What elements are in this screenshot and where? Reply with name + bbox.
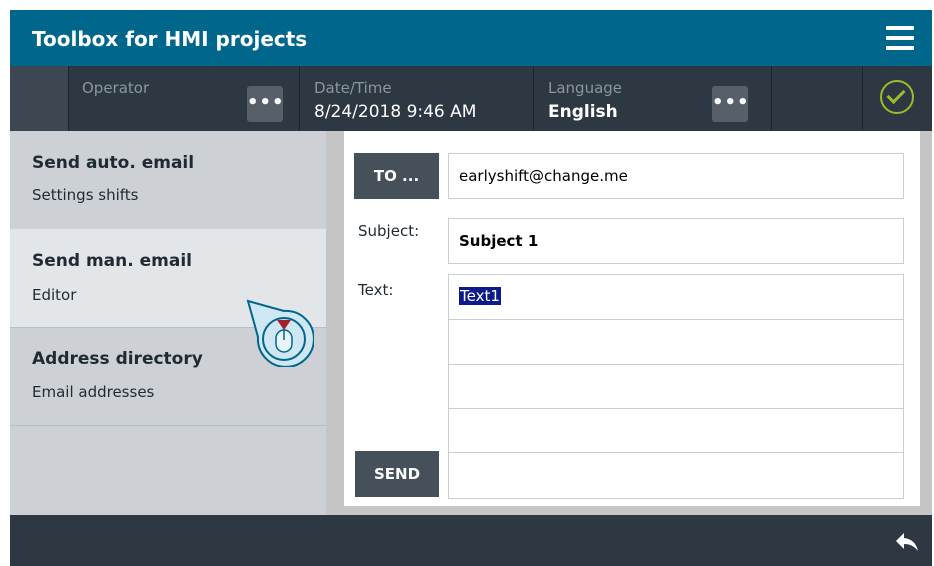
subject-field[interactable]: Subject 1	[448, 218, 904, 264]
datetime-cell: Date/Time 8/24/2018 9:46 AM	[300, 66, 534, 131]
operator-more-button[interactable]: •••	[247, 86, 284, 122]
send-button[interactable]: SEND	[355, 451, 439, 497]
status-spacer	[772, 66, 863, 131]
hamburger-menu-icon[interactable]	[886, 26, 914, 50]
subject-label: Subject:	[358, 222, 420, 240]
selected-text: Text1	[459, 287, 501, 305]
language-label: Language	[548, 79, 623, 97]
sidebar-item-send-auto-email[interactable]: Send auto. email Settings shifts	[10, 131, 326, 230]
email-editor-panel: TO ... earlyshift@change.me Subject: Sub…	[344, 131, 920, 506]
sidebar-item-title: Address directory	[32, 349, 203, 369]
app-title: Toolbox for HMI projects	[32, 27, 308, 51]
sidebar-item-subtitle: Editor	[32, 286, 77, 304]
touch-cursor-icon	[246, 299, 314, 367]
bottom-bar	[10, 515, 932, 566]
subject-field-value: Subject 1	[459, 232, 539, 250]
text-area-value: Text1	[459, 287, 501, 305]
datetime-value: 8/24/2018 9:46 AM	[314, 102, 477, 122]
language-value: English	[548, 102, 618, 122]
sidebar-item-subtitle: Settings shifts	[32, 186, 139, 204]
text-line-divider	[449, 364, 903, 365]
datetime-label: Date/Time	[314, 79, 392, 97]
check-circle-icon[interactable]	[880, 80, 914, 114]
title-bar: Toolbox for HMI projects	[10, 10, 932, 66]
operator-label: Operator	[82, 79, 150, 97]
to-field-value: earlyshift@change.me	[459, 167, 628, 185]
sidebar-item-title: Send man. email	[32, 251, 192, 271]
language-cell: Language English •••	[534, 66, 772, 131]
to-field[interactable]: earlyshift@change.me	[448, 153, 904, 199]
back-arrow-icon[interactable]	[894, 531, 920, 553]
hmi-window: Toolbox for HMI projects Operator ••• Da…	[10, 10, 932, 566]
language-more-button[interactable]: •••	[712, 86, 749, 122]
status-bar: Operator ••• Date/Time 8/24/2018 9:46 AM…	[10, 66, 932, 131]
text-label: Text:	[358, 281, 394, 299]
text-line-divider	[449, 319, 903, 320]
sidebar-item-subtitle: Email addresses	[32, 383, 155, 401]
to-button[interactable]: TO ...	[354, 153, 439, 199]
operator-cell: Operator •••	[68, 66, 300, 131]
text-area[interactable]: Text1	[448, 274, 904, 499]
sidebar-item-title: Send auto. email	[32, 153, 195, 173]
text-line-divider	[449, 452, 903, 453]
text-line-divider	[449, 408, 903, 409]
status-indicator-block	[10, 66, 69, 131]
